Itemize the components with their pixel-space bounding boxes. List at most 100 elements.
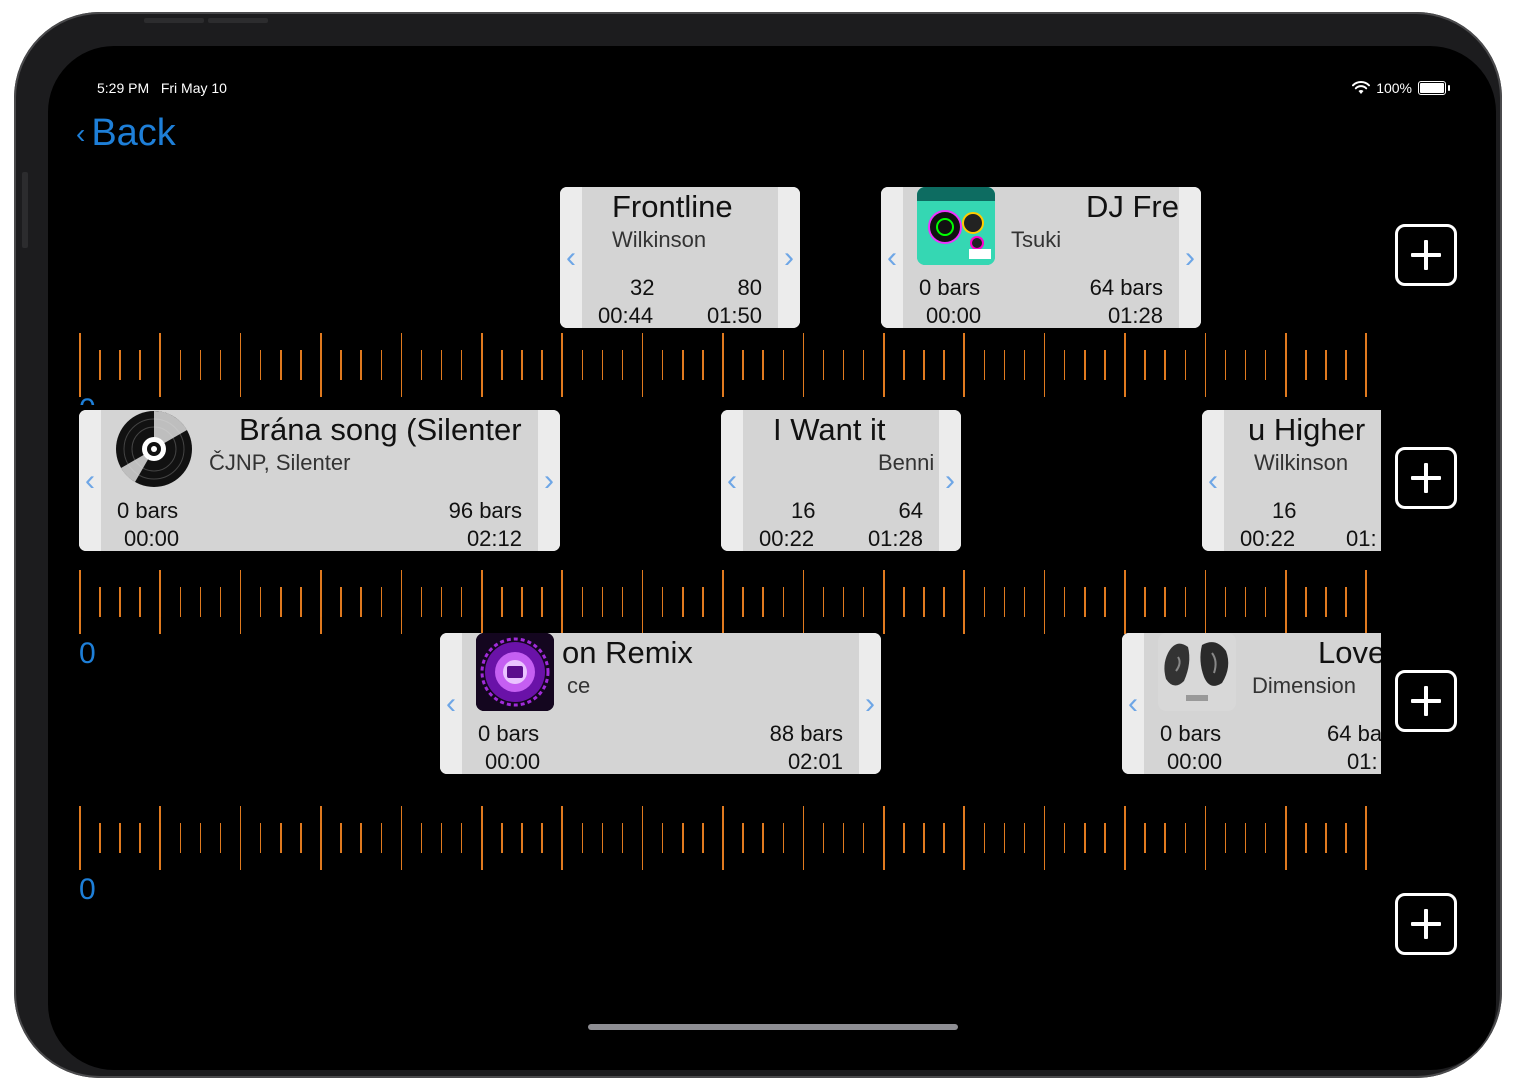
start-bars: 16	[791, 498, 816, 523]
ruler-tick	[1264, 823, 1267, 853]
track-artist: Wilkinson	[1254, 450, 1349, 475]
start-bars: 0 bars	[1160, 721, 1222, 746]
status-date: Fri May 10	[160, 80, 227, 96]
ruler-tick	[943, 587, 945, 617]
ruler-tick	[1164, 350, 1166, 380]
move-left-handle[interactable]: ‹	[1202, 410, 1224, 551]
chevron-left-icon: ‹	[76, 117, 86, 149]
ruler-tick	[561, 333, 563, 397]
volume-button	[144, 18, 204, 23]
end-time: 02:01	[787, 749, 843, 774]
chevron-right-icon: ›	[784, 240, 794, 274]
ruler-tick	[903, 823, 905, 853]
chevron-left-icon: ‹	[446, 686, 456, 720]
ruler-tick	[1305, 823, 1307, 853]
start-bars: 0 bars	[919, 275, 981, 300]
ruler-tick	[179, 587, 181, 617]
ruler-tick	[219, 587, 222, 617]
ruler-tick	[300, 823, 302, 853]
track-title: Love	[1318, 635, 1381, 670]
track-artist: Dimension	[1252, 673, 1356, 698]
ruler-tick	[1244, 587, 1247, 617]
track-card[interactable]: ‹ on Remix ce 0 bars 00:00 88 bars 02:01…	[440, 633, 881, 774]
end-bars: 96 bars	[448, 498, 522, 523]
ruler-tick	[661, 350, 664, 380]
ruler-tick	[983, 587, 985, 617]
ruler-tick	[862, 587, 865, 617]
end-bars: 64	[898, 498, 923, 523]
ruler-tick	[762, 823, 764, 853]
ruler-tick	[682, 350, 684, 380]
ruler-tick	[199, 823, 202, 853]
track-card[interactable]: ‹ Brána song (Silenter ČJNP, Silenter 0 …	[79, 410, 560, 551]
ruler-tick	[822, 350, 825, 380]
move-left-handle[interactable]: ‹	[1122, 633, 1144, 774]
ruler-tick	[822, 823, 825, 853]
track-card[interactable]: ‹ I Want it Benni 16 00:22 64 01:28 ›	[721, 410, 961, 551]
track-card[interactable]: ‹ u Higher Wilkinson 16 00:22 01:	[1202, 410, 1381, 551]
track-artist: Tsuki	[1011, 227, 1062, 252]
ruler-tick	[1124, 570, 1126, 634]
ruler-tick	[581, 350, 583, 380]
ruler-tick	[440, 587, 443, 617]
ruler-tick	[1325, 823, 1327, 853]
start-time: 00:44	[598, 303, 654, 328]
ruler-tick	[541, 350, 543, 380]
track-artist: Benni	[878, 450, 935, 475]
ruler-tick	[1184, 823, 1186, 853]
ruler-tick	[923, 823, 925, 853]
ruler-tick	[903, 350, 905, 380]
ruler-tick	[1224, 350, 1227, 380]
add-track-button[interactable]	[1395, 670, 1457, 732]
ruler-tick	[862, 350, 865, 380]
ruler-tick	[420, 587, 423, 617]
ruler-tick	[802, 333, 805, 397]
ruler-tick	[1264, 587, 1267, 617]
ruler-tick	[963, 806, 965, 870]
ruler-zero-label: 0	[79, 873, 96, 906]
move-left-handle[interactable]: ‹	[881, 187, 903, 328]
move-right-handle[interactable]: ›	[859, 633, 881, 774]
move-left-handle[interactable]: ‹	[79, 410, 101, 551]
end-time: 01:28	[867, 526, 923, 551]
ruler-tick	[460, 823, 463, 853]
move-left-handle[interactable]: ‹	[721, 410, 743, 551]
track-card[interactable]: ‹ Frontline Wilkinson 32 00:44 80 01:50 …	[560, 187, 800, 328]
move-right-handle[interactable]: ›	[939, 410, 961, 551]
move-right-handle[interactable]: ›	[778, 187, 800, 328]
track-card[interactable]: ‹ Love Dimension 0 bars 00:00 64 ba 01:	[1122, 633, 1381, 774]
home-indicator[interactable]	[588, 1024, 958, 1030]
ruler-tick	[802, 806, 805, 870]
add-track-button[interactable]	[1395, 893, 1457, 955]
ruler-tick	[722, 570, 724, 634]
end-bars: 64 ba	[1327, 721, 1381, 746]
ruler-tick	[1365, 333, 1367, 397]
ruler-tick	[259, 350, 262, 380]
ruler-tick	[1204, 806, 1207, 870]
track-card[interactable]: ‹ DJ Fre Tsuki 0 bars 00:00 64 bars 01:2…	[881, 187, 1201, 328]
ruler-tick	[943, 350, 945, 380]
ruler-tick	[883, 570, 885, 634]
ruler-tick	[1084, 350, 1086, 380]
ruler-tick	[79, 333, 81, 397]
ruler-tick	[139, 587, 141, 617]
move-left-handle[interactable]: ‹	[440, 633, 462, 774]
move-right-handle[interactable]: ›	[1179, 187, 1201, 328]
ruler-tick	[460, 350, 463, 380]
ruler-tick	[1063, 587, 1066, 617]
add-track-button[interactable]	[1395, 224, 1457, 286]
ruler-tick	[1325, 587, 1327, 617]
status-bar-right: 100%	[1352, 80, 1450, 96]
ruler-tick	[360, 823, 362, 853]
ruler-tick	[380, 350, 382, 380]
ruler-tick	[722, 333, 724, 397]
ruler-tick	[842, 350, 845, 380]
ruler-tick	[1144, 587, 1146, 617]
move-right-handle[interactable]: ›	[538, 410, 560, 551]
ruler-tick	[541, 587, 543, 617]
back-button[interactable]: ‹ Back	[76, 112, 176, 155]
end-time: 01:	[1346, 526, 1377, 551]
add-track-button[interactable]	[1395, 447, 1457, 509]
tracks-area: ‹ Frontline Wilkinson 32 00:44 80 01:50 …	[79, 187, 1381, 987]
move-left-handle[interactable]: ‹	[560, 187, 582, 328]
